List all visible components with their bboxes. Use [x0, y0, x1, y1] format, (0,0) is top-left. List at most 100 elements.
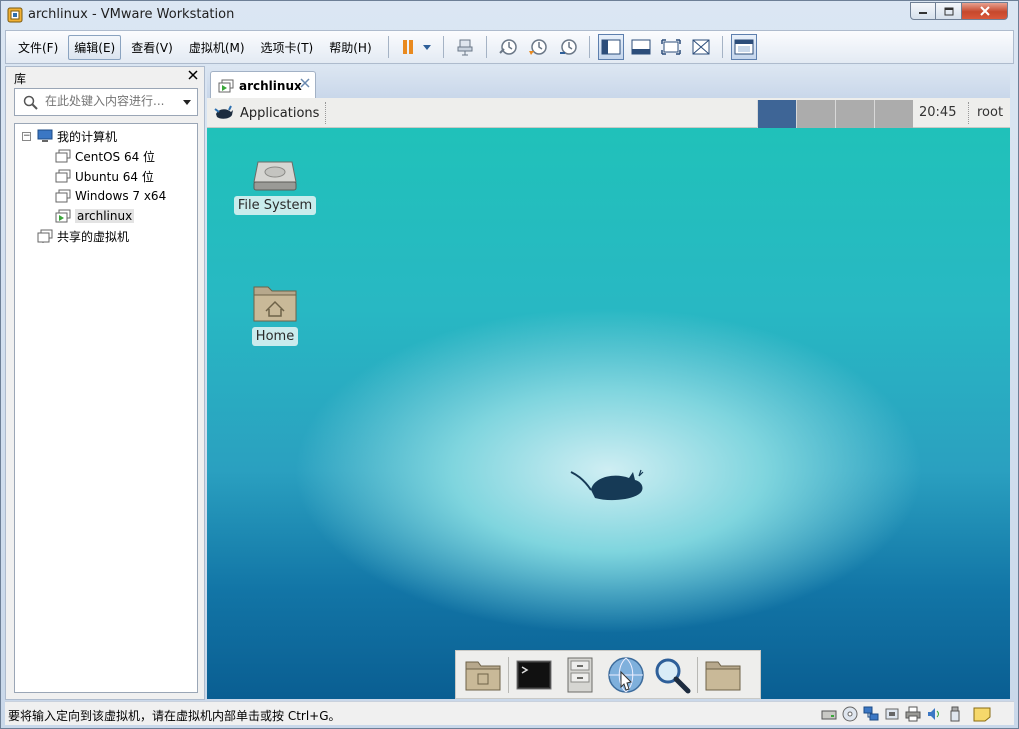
close-icon — [188, 70, 198, 80]
tree-item-vm[interactable]: CentOS 64 位 — [55, 146, 155, 166]
sound-status[interactable] — [923, 705, 944, 723]
menu-edit[interactable]: 编辑(E) — [68, 34, 122, 60]
xfce-top-panel: Applications 20:45 root — [207, 98, 1010, 128]
panel-separator — [968, 102, 969, 124]
minimize-button[interactable] — [910, 2, 936, 20]
tree-item-vm[interactable]: Windows 7 x64 — [55, 186, 166, 206]
sidebar-view-icon — [601, 39, 621, 55]
dock-item-terminal[interactable] — [511, 652, 557, 698]
tree-label: 共享的虚拟机 — [57, 229, 130, 244]
show-thumbnail-button[interactable] — [628, 34, 654, 60]
menu-tabs[interactable]: 选项卡(T) — [255, 35, 320, 60]
maximize-icon — [944, 7, 953, 16]
thumbnail-bar-icon — [631, 39, 651, 55]
tab-archlinux[interactable]: archlinux — [210, 71, 316, 99]
tree-item-shared[interactable]: 共享的虚拟机 — [37, 226, 129, 246]
console-view-button[interactable] — [730, 34, 757, 60]
dock-item-app-finder[interactable] — [649, 652, 695, 698]
menu-vm[interactable]: 虚拟机(M) — [183, 35, 251, 60]
desktop-icon-label: Home — [251, 327, 299, 346]
vm-icon — [55, 189, 71, 203]
menu-file[interactable]: 文件(F) — [12, 35, 64, 60]
unity-button[interactable] — [688, 34, 714, 60]
desktop-icon-file-system[interactable]: File System — [230, 158, 320, 215]
desktop-icon-home[interactable]: Home — [230, 281, 320, 346]
printer-icon — [905, 706, 920, 722]
dock-item-file-manager[interactable] — [557, 652, 603, 698]
usb-status[interactable] — [881, 705, 902, 723]
toolbar-separator — [387, 36, 389, 58]
status-bar: 要将输入定向到该虚拟机，请在虚拟机内部单击或按 Ctrl+G。 — [5, 701, 1014, 725]
note-icon — [973, 707, 990, 722]
console-view-icon — [734, 39, 754, 55]
dock-separator — [697, 656, 698, 693]
vm-running-icon — [218, 79, 234, 93]
tree-item-vm-selected[interactable]: archlinux — [55, 206, 135, 226]
tree-item-my-computer[interactable]: − 我的计算机 — [15, 126, 117, 146]
workspace-1[interactable] — [757, 100, 796, 128]
status-message: 要将输入定向到该虚拟机，请在虚拟机内部单击或按 Ctrl+G。 — [8, 709, 341, 723]
show-library-button[interactable] — [597, 34, 624, 60]
menu-help[interactable]: 帮助(H) — [323, 35, 377, 60]
tree-label: Ubuntu 64 位 — [75, 169, 154, 184]
message-log-button[interactable] — [971, 705, 992, 723]
applications-menu-button[interactable]: Applications — [213, 102, 319, 124]
panel-clock[interactable]: 20:45 — [919, 105, 956, 120]
title-bar[interactable]: archlinux - VMware Workstation — [1, 1, 1018, 29]
snapshot-revert-button[interactable] — [525, 34, 551, 60]
pause-button[interactable] — [397, 34, 435, 60]
xfce-dock — [455, 650, 761, 699]
workspace-switcher — [757, 100, 913, 128]
folder-icon — [705, 661, 741, 690]
library-search-box[interactable] — [14, 88, 198, 116]
dock-separator — [508, 656, 509, 693]
tree-label: Windows 7 x64 — [75, 189, 167, 203]
revert-snapshot-icon — [528, 39, 547, 55]
xfce-mouse-icon — [214, 105, 233, 119]
tab-label: archlinux — [239, 79, 302, 93]
close-button[interactable] — [962, 2, 1008, 20]
snapshot-take-button[interactable] — [495, 34, 521, 60]
tab-close-button[interactable] — [300, 77, 310, 92]
snapshot-icon — [498, 39, 517, 55]
close-icon — [300, 78, 310, 88]
search-input[interactable] — [45, 94, 175, 108]
maximize-button[interactable] — [936, 2, 962, 20]
file-cabinet-icon — [567, 657, 593, 692]
speaker-icon — [927, 708, 939, 720]
cd-drive-status[interactable] — [839, 705, 860, 723]
dock-item-show-desktop[interactable] — [460, 652, 506, 698]
collapse-icon[interactable]: − — [22, 132, 31, 141]
snapshot-manager-button[interactable] — [555, 34, 581, 60]
library-close-button[interactable] — [188, 68, 198, 84]
usb-stick-icon — [950, 706, 959, 722]
guest-screen[interactable]: Applications 20:45 root File System Home — [207, 98, 1010, 699]
workspace-3[interactable] — [835, 100, 874, 128]
tree-item-vm[interactable]: Ubuntu 64 位 — [55, 166, 154, 186]
removable-device-status[interactable] — [944, 705, 965, 723]
vm-icon — [55, 149, 71, 163]
dock-item-web-browser[interactable] — [603, 652, 649, 698]
menu-view[interactable]: 查看(V) — [125, 35, 179, 60]
dock-item-folder[interactable] — [700, 652, 746, 698]
workspace-2[interactable] — [796, 100, 835, 128]
close-icon — [979, 6, 990, 16]
workspace-4[interactable] — [874, 100, 913, 128]
network-icon — [863, 706, 878, 721]
tab-strip: archlinux — [207, 66, 1010, 99]
main-toolbar: 文件(F) 编辑(E) 查看(V) 虚拟机(M) 选项卡(T) 帮助(H) — [5, 30, 1014, 64]
toolbar-separator — [721, 36, 723, 58]
hard-drive-icon — [253, 161, 297, 191]
window-title: archlinux - VMware Workstation — [28, 7, 235, 22]
printer-status[interactable] — [902, 705, 923, 723]
hard-disk-status[interactable] — [818, 705, 839, 723]
network-status[interactable] — [860, 705, 881, 723]
full-screen-button[interactable] — [658, 34, 684, 60]
panel-user[interactable]: root — [977, 105, 1003, 120]
send-ctrl-alt-del-button[interactable] — [452, 34, 478, 60]
minimize-icon — [919, 12, 927, 14]
toolbar-separator — [442, 36, 444, 58]
full-screen-icon — [660, 39, 681, 55]
snapshot-manager-icon — [559, 39, 577, 55]
chevron-down-icon[interactable] — [183, 100, 191, 105]
